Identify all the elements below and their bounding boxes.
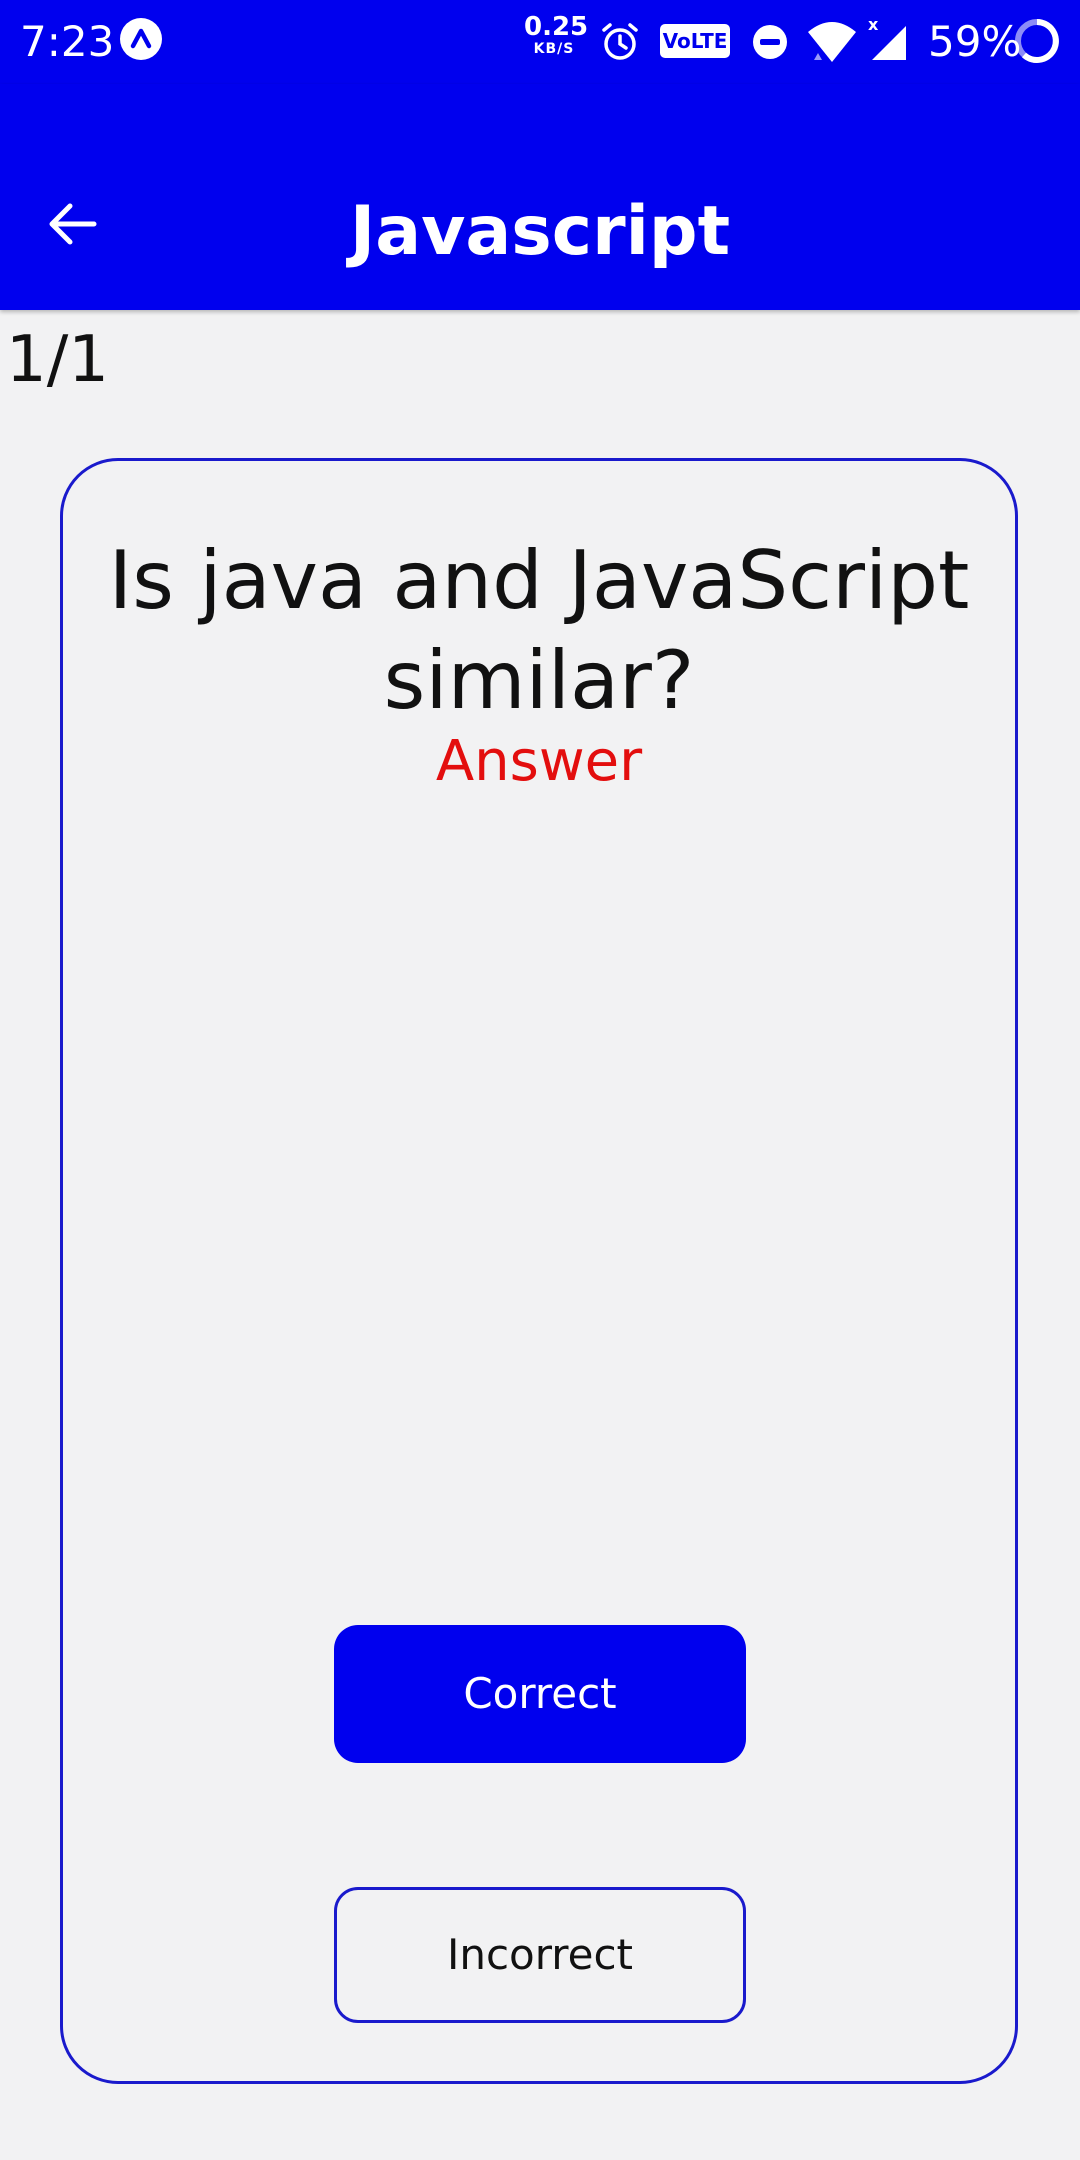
correct-button[interactable]: Correct — [334, 1625, 746, 1763]
battery-icon — [1014, 18, 1060, 68]
battery-percent: 59% — [928, 17, 1022, 66]
question-counter: 1/1 — [6, 323, 109, 397]
status-bar: 7:23 0.25 KB/S VoLTE x 59% — [0, 0, 1080, 84]
network-speed-unit: KB/S — [533, 41, 575, 57]
alarm-icon — [598, 20, 642, 68]
wifi-icon — [806, 20, 858, 68]
status-time: 7:23 — [20, 17, 115, 66]
svg-text:x: x — [868, 16, 879, 34]
do-not-disturb-icon — [752, 24, 788, 64]
incorrect-button[interactable]: Incorrect — [334, 1887, 746, 2023]
app-bar: Javascript — [0, 84, 1080, 310]
answer-reveal-label[interactable]: Answer — [63, 727, 1015, 797]
page-title: Javascript — [349, 192, 731, 271]
network-speed: 0.25 KB/S — [524, 12, 589, 57]
volte-icon: VoLTE — [660, 24, 730, 58]
network-speed-value: 0.25 — [524, 12, 589, 42]
cell-signal-icon: x — [868, 15, 908, 68]
flashcard: Is java and JavaScript similar? Answer C… — [60, 458, 1018, 2084]
arrow-up-circle-icon — [120, 18, 162, 60]
question-text: Is java and JavaScript similar? — [108, 534, 970, 727]
